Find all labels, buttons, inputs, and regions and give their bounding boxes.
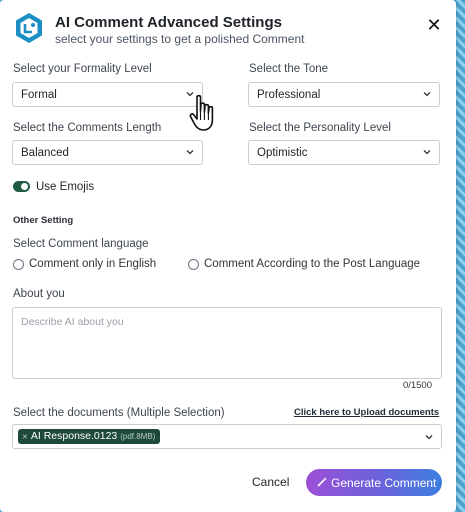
magic-wand-icon xyxy=(317,477,327,487)
personality-value: Optimistic xyxy=(257,147,308,159)
radio-post-language[interactable] xyxy=(188,259,199,270)
radio-english[interactable] xyxy=(13,259,24,270)
length-value: Balanced xyxy=(21,147,69,159)
personality-label: Select the Personality Level xyxy=(249,122,391,134)
generate-comment-button[interactable]: Generate Comment xyxy=(306,469,442,496)
chevron-down-icon xyxy=(186,150,194,155)
settings-dialog: AI Comment Advanced Settings select your… xyxy=(0,0,456,512)
about-textarea[interactable]: Describe AI about you xyxy=(12,307,442,379)
char-counter: 0/1500 xyxy=(402,380,432,391)
radio-english-label[interactable]: Comment only in English xyxy=(29,258,156,270)
formality-value: Formal xyxy=(21,89,57,101)
length-label: Select the Comments Length xyxy=(13,122,162,134)
chevron-down-icon xyxy=(423,92,431,97)
documents-select[interactable]: ✕ AI Response.0123 (pdf.8MB) xyxy=(12,424,442,449)
chevron-down-icon xyxy=(425,435,433,440)
upload-documents-link[interactable]: Click here to Upload documents xyxy=(294,407,439,418)
document-name: AI Response.0123 xyxy=(30,430,118,442)
document-meta: (pdf.8MB) xyxy=(120,432,156,441)
emojis-label: Use Emojis xyxy=(36,181,95,193)
generate-label: Generate Comment xyxy=(331,476,437,490)
about-placeholder: Describe AI about you xyxy=(21,316,124,328)
emojis-toggle[interactable] xyxy=(13,181,30,192)
document-chip: ✕ AI Response.0123 (pdf.8MB) xyxy=(18,429,161,444)
documents-label: Select the documents (Multiple Selection… xyxy=(13,407,225,419)
chevron-down-icon xyxy=(423,150,431,155)
personality-select[interactable]: Optimistic xyxy=(248,140,440,165)
toggle-knob xyxy=(21,183,28,190)
formality-select[interactable]: Formal xyxy=(12,82,203,107)
dialog-subtitle: select your settings to get a polished C… xyxy=(55,32,305,46)
close-icon[interactable]: ✕ xyxy=(426,16,442,34)
app-logo-icon xyxy=(16,13,42,43)
section-title: Other Setting xyxy=(13,215,74,226)
remove-chip-icon[interactable]: ✕ xyxy=(22,434,28,441)
hand-cursor-icon xyxy=(189,94,214,131)
about-label: About you xyxy=(13,288,65,300)
cancel-button[interactable]: Cancel xyxy=(252,475,289,489)
tone-select[interactable]: Professional xyxy=(248,82,440,107)
formality-label: Select your Formality Level xyxy=(13,63,152,75)
radio-post-language-label[interactable]: Comment According to the Post Language xyxy=(204,258,420,270)
tone-value: Professional xyxy=(257,89,321,101)
length-select[interactable]: Balanced xyxy=(12,140,203,165)
language-label: Select Comment language xyxy=(13,238,149,250)
dialog-title: AI Comment Advanced Settings xyxy=(55,14,282,31)
tone-label: Select the Tone xyxy=(249,63,329,75)
